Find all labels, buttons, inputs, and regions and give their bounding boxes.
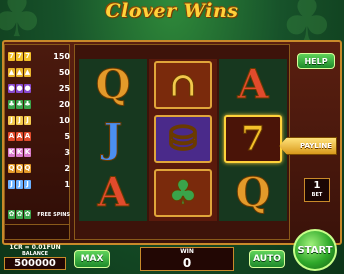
credit-rate: 1CR = 0.01FUN	[9, 244, 61, 251]
paytable-symbol-icon: 7	[8, 52, 15, 61]
win-value: 0	[182, 256, 192, 270]
paytable-row: ● ● ● 25	[8, 81, 70, 96]
paytable-payout: 1	[64, 180, 70, 189]
reel-cell: J	[80, 113, 146, 165]
letter-a-icon: A	[97, 169, 129, 216]
paytable-symbol-icon: Q	[8, 164, 15, 173]
paytable-payout: 10	[58, 116, 70, 125]
paytable-payout: 2	[64, 164, 70, 173]
paytable: 7 7 7 150 ▲ ▲ ▲ 50 ● ● ● 25 ♣ ♣ ♣ 20 J J J 10 A A A 5 K K K 3 Q Q Q 2 J J…	[4, 44, 70, 240]
paytable-symbol-icon: K	[16, 148, 23, 157]
reel-cell: ∩	[150, 59, 216, 111]
reel-cell: Q	[80, 59, 146, 111]
paytable-row-icons: QQQ	[8, 164, 31, 173]
bet-display[interactable]: 1 BET	[304, 178, 330, 202]
paytable-symbol-icon: 7	[24, 52, 31, 61]
paytable-symbol-icon: J	[8, 180, 15, 189]
paytable-row-icons: 777	[8, 52, 31, 61]
paytable-symbol-icon: J	[24, 180, 31, 189]
paytable-symbol-icon: A	[16, 132, 23, 141]
reel-cell: 7	[220, 113, 286, 165]
payline-label: PAYLINE	[299, 142, 332, 150]
win-label: WIN	[180, 248, 194, 255]
paytable-row: QQQ 2	[8, 161, 70, 176]
reel-cell: ♣	[150, 167, 216, 219]
payline-indicator: PAYLINE	[279, 137, 337, 155]
balance-panel: 1CR = 0.01FUN BALANCE 500000	[2, 244, 68, 272]
scatter-clover-icon: ✿	[24, 210, 31, 219]
auto-spin-button[interactable]: AUTO	[249, 250, 285, 268]
reel-cell: A	[80, 167, 146, 219]
paytable-symbol-icon: ♣	[24, 100, 31, 109]
scatter-icons: ✿ ✿ ✿	[8, 210, 31, 219]
paytable-row: JJJ 1	[8, 177, 70, 192]
max-bet-button[interactable]: MAX	[74, 250, 110, 268]
paytable-row-icons: ▲ ▲ ▲	[8, 68, 31, 77]
horseshoe-icon: ∩	[168, 65, 198, 105]
paytable-symbol-icon: J	[8, 116, 15, 125]
letter-q-icon: Q	[235, 169, 271, 216]
four-leaf-clover-icon: ♣	[167, 173, 199, 213]
paytable-symbol-icon: 7	[16, 52, 23, 61]
paytable-row-free-spins: ✿ ✿ ✿ FREE SPINS	[8, 207, 70, 222]
letter-q-icon: Q	[95, 61, 131, 108]
scatter-clover-icon: ✿	[8, 210, 15, 219]
paytable-symbol-icon: ●	[16, 84, 23, 93]
paytable-symbol-icon: ▲	[16, 68, 23, 77]
lucky-seven-icon: 7	[241, 119, 266, 159]
reels-area: Q J A ∩ ⛁ ♣ A 7 Q	[74, 44, 290, 240]
free-spins-label: FREE SPINS	[37, 211, 70, 218]
bet-value: 1	[313, 180, 321, 191]
paytable-payout: 25	[58, 84, 70, 93]
paytable-symbol-icon: ▲	[8, 68, 15, 77]
reel-cell: ⛁	[150, 113, 216, 165]
paytable-row: AAA 5	[8, 129, 70, 144]
win-panel: WIN 0	[140, 247, 234, 271]
paytable-symbol-icon: J	[24, 116, 31, 125]
paytable-symbol-icon: K	[24, 148, 31, 157]
pot-of-gold-icon: ⛁	[168, 119, 198, 159]
start-spin-button[interactable]: START	[293, 229, 337, 271]
paytable-symbol-icon: ●	[24, 84, 31, 93]
paytable-payout: 150	[53, 52, 70, 61]
paytable-row: 7 7 7 150	[8, 49, 70, 64]
letter-a-icon: A	[237, 61, 269, 108]
paytable-row: ♣ ♣ ♣ 20	[8, 97, 70, 112]
paytable-row-icons: ● ● ●	[8, 84, 31, 93]
bet-label: BET	[311, 192, 323, 198]
paytable-symbol-icon: K	[8, 148, 15, 157]
reel-cell: Q	[220, 167, 286, 219]
paytable-row: KKK 3	[8, 145, 70, 160]
game-title: Clover Wins	[105, 0, 239, 22]
paytable-symbol-icon: A	[8, 132, 15, 141]
balance-value: 500000	[4, 257, 66, 270]
reel-cell: A	[220, 59, 286, 111]
paytable-row: J J J 10	[8, 113, 70, 128]
letter-j-icon: J	[103, 115, 123, 162]
paytable-symbol-icon: A	[24, 132, 31, 141]
paytable-symbol-icon: Q	[24, 164, 31, 173]
paytable-symbol-icon: J	[16, 180, 23, 189]
paytable-payout: 5	[64, 132, 70, 141]
paytable-symbol-icon: ▲	[24, 68, 31, 77]
paytable-symbol-icon: ♣	[8, 100, 15, 109]
paytable-symbol-icon: Q	[16, 164, 23, 173]
paytable-payout: 50	[58, 68, 70, 77]
scatter-clover-icon: ✿	[16, 210, 23, 219]
paytable-symbol-icon: ♣	[16, 100, 23, 109]
paytable-footer	[4, 224, 70, 240]
paytable-payout: 3	[64, 148, 70, 157]
paytable-row-icons: ♣ ♣ ♣	[8, 100, 31, 109]
paytable-row-icons: AAA	[8, 132, 31, 141]
paytable-row: ▲ ▲ ▲ 50	[8, 65, 70, 80]
paytable-symbol-icon: ●	[8, 84, 15, 93]
paytable-payout: 20	[58, 100, 70, 109]
paytable-row-icons: KKK	[8, 148, 31, 157]
help-button[interactable]: HELP	[297, 53, 335, 69]
paytable-row-icons: JJJ	[8, 180, 31, 189]
paytable-symbol-icon: J	[16, 116, 23, 125]
paytable-row-icons: JJJ	[8, 116, 31, 125]
